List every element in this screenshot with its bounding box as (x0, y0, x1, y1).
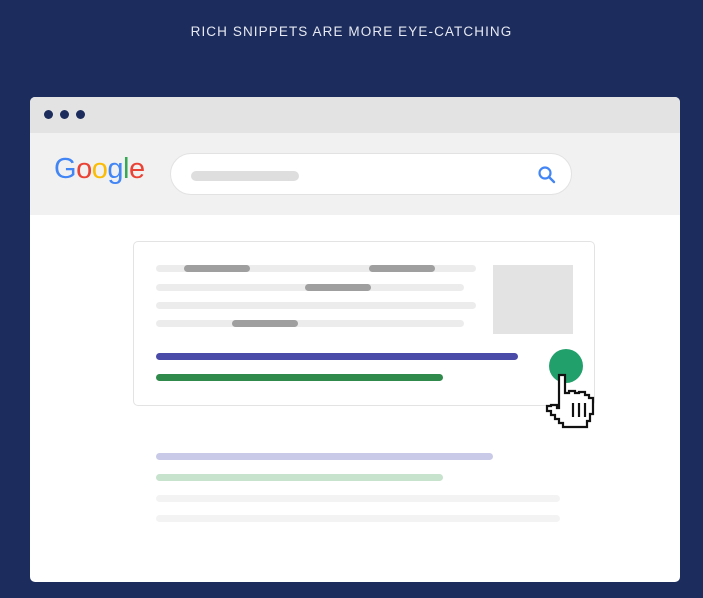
search-icon[interactable] (537, 165, 557, 185)
result-url-line (156, 474, 443, 481)
snippet-highlight-line (305, 284, 371, 291)
snippet-thumbnail (493, 265, 573, 334)
result-url-line (156, 374, 443, 381)
rich-snippet-result[interactable] (133, 241, 595, 406)
window-dot-icon[interactable] (44, 110, 53, 119)
search-toolbar: Google (30, 133, 680, 215)
snippet-text-line (156, 302, 476, 309)
browser-window: Google (30, 97, 680, 582)
google-logo: Google (54, 153, 145, 186)
search-input[interactable] (170, 153, 572, 195)
snippet-text-line (156, 320, 464, 327)
window-dot-icon[interactable] (76, 110, 85, 119)
logo-letter: e (128, 153, 145, 185)
logo-letter: o (76, 153, 92, 185)
result-text-line (156, 515, 560, 522)
snippet-highlight-line (369, 265, 435, 272)
snippet-highlight-line (232, 320, 298, 327)
hand-pointer-icon (545, 373, 595, 429)
logo-letter: o (91, 153, 108, 185)
result-text-line (156, 495, 560, 502)
window-dot-icon[interactable] (60, 110, 69, 119)
page-headline: RICH SNIPPETS ARE MORE EYE-CATCHING (190, 24, 513, 39)
snippet-highlight-line (184, 265, 250, 272)
result-title-link[interactable] (156, 353, 518, 360)
window-titlebar (30, 97, 680, 133)
result-title-link[interactable] (156, 453, 493, 460)
logo-letter: g (107, 153, 123, 185)
search-placeholder-bar (191, 171, 299, 181)
logo-letter: G (54, 153, 77, 185)
